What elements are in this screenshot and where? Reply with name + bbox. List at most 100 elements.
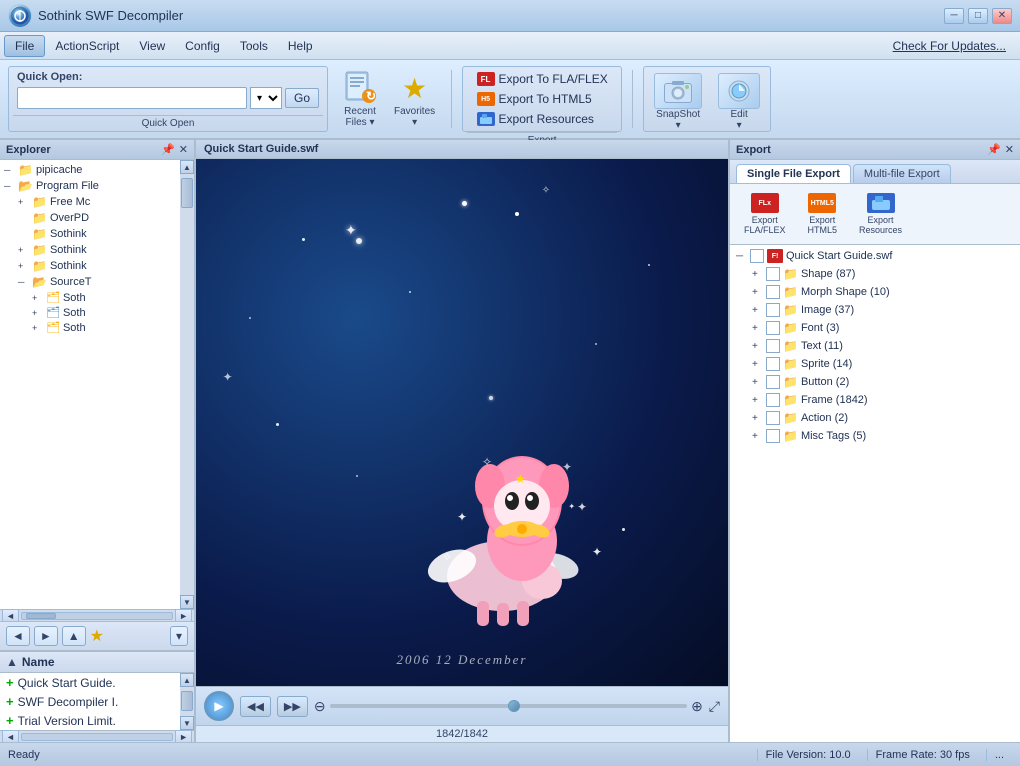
nav-forward-btn[interactable]: ► xyxy=(34,626,58,646)
export-html5-button[interactable]: H5 Export To HTML5 xyxy=(473,90,612,108)
tree-item-sourcet[interactable]: ─ 📂 SourceT xyxy=(2,274,178,290)
file-list-item-2[interactable]: + Trial Version Limit. xyxy=(0,711,180,730)
star-9 xyxy=(622,528,625,531)
recent-files-button[interactable]: ↻ RecentFiles ▾ xyxy=(336,66,384,132)
favorites-star-btn[interactable]: ★ xyxy=(90,626,104,646)
etree-text[interactable]: + 📁 Text (11) xyxy=(732,337,1018,355)
tree-item-freemc[interactable]: + 📁 Free Mc xyxy=(2,194,178,210)
menu-view[interactable]: View xyxy=(129,36,175,56)
export-tool-fla-button[interactable]: FLx ExportFLA/FLEX xyxy=(736,190,794,238)
export-fla-button[interactable]: FL Export To FLA/FLEX xyxy=(473,70,612,88)
explorer-scrollbar[interactable]: ▲ ▼ xyxy=(180,160,194,609)
tree-item-soth1[interactable]: + 🗂 Soth xyxy=(2,290,178,305)
etree-image-check[interactable] xyxy=(766,303,780,317)
etree-button[interactable]: + 📁 Button (2) xyxy=(732,373,1018,391)
fastforward-button[interactable]: ▶▶ xyxy=(277,696,308,717)
menu-file[interactable]: File xyxy=(4,35,45,57)
menu-bar-left: File ActionScript View Config Tools Help xyxy=(4,35,883,57)
scroll-up-btn[interactable]: ▲ xyxy=(180,160,194,174)
export-resources-button[interactable]: Export Resources xyxy=(473,110,612,128)
go-button[interactable]: Go xyxy=(285,88,319,108)
etree-font-check[interactable] xyxy=(766,321,780,335)
tree-item-pipicache[interactable]: ─ 📁 pipicache xyxy=(2,162,178,178)
slider-thumb[interactable] xyxy=(508,700,520,712)
etree-image[interactable]: + 📁 Image (37) xyxy=(732,301,1018,319)
file-list-item-0[interactable]: + Quick Start Guide. xyxy=(0,673,180,692)
etree-root-icon: F! xyxy=(767,249,783,263)
quick-open-dropdown[interactable]: ▾ xyxy=(250,87,282,109)
etree-morphshape-check[interactable] xyxy=(766,285,780,299)
frame-next-btn[interactable]: ⊕ xyxy=(691,698,703,715)
tree-item-programfile[interactable]: ─ 📂 Program File xyxy=(2,178,178,194)
etree-sprite[interactable]: + 📁 Sprite (14) xyxy=(732,355,1018,373)
maximize-button[interactable]: □ xyxy=(968,8,988,24)
folder-icon-sothink2: 📁 xyxy=(32,243,47,257)
export-pin-icon[interactable]: 📌 xyxy=(987,143,1001,156)
export-close-icon[interactable]: ✕ xyxy=(1005,143,1014,156)
etree-root-check[interactable] xyxy=(750,249,764,263)
close-button[interactable]: ✕ xyxy=(992,8,1012,24)
app-title: Sothink SWF Decompiler xyxy=(38,8,183,23)
nav-menu-btn[interactable]: ▾ xyxy=(170,626,188,646)
etree-misctags[interactable]: + 📁 Misc Tags (5) xyxy=(732,427,1018,445)
export-panel: Export 📌 ✕ Single File Export Multi-file… xyxy=(730,140,1020,742)
star-sparkle-1: ✦ xyxy=(345,222,357,239)
explorer-pin-icon[interactable]: 📌 xyxy=(161,143,175,156)
tab-multi-file-export[interactable]: Multi-file Export xyxy=(853,164,951,183)
status-bar: Ready File Version: 10.0 Frame Rate: 30 … xyxy=(0,742,1020,766)
nav-back-btn[interactable]: ◄ xyxy=(6,626,30,646)
file-list-header-scroll-up[interactable]: ▲ xyxy=(6,655,18,669)
explorer-close-icon[interactable]: ✕ xyxy=(179,143,188,156)
play-button[interactable]: ▶ xyxy=(204,691,234,721)
etree-text-check[interactable] xyxy=(766,339,780,353)
svg-text:✦: ✦ xyxy=(562,460,572,474)
quick-open-input[interactable] xyxy=(17,87,247,109)
edit-button[interactable]: Edit▾ xyxy=(712,70,766,134)
minimize-button[interactable]: ─ xyxy=(944,8,964,24)
frame-prev-btn[interactable]: ⊖ xyxy=(314,698,326,715)
svg-text:✦: ✦ xyxy=(592,545,602,559)
slider-track[interactable] xyxy=(330,704,687,708)
expand-btn[interactable]: ⤢ xyxy=(709,698,720,715)
nav-up-btn[interactable]: ▲ xyxy=(62,626,86,646)
etree-root[interactable]: ─ F! Quick Start Guide.swf xyxy=(732,247,1018,265)
filelist-scrollbar[interactable]: ▲ ▼ xyxy=(180,673,194,730)
menu-tools[interactable]: Tools xyxy=(230,36,278,56)
tree-item-sothink1[interactable]: · 📁 Sothink xyxy=(2,226,178,242)
menu-config[interactable]: Config xyxy=(175,36,230,56)
etree-font[interactable]: + 📁 Font (3) xyxy=(732,319,1018,337)
export-tool-html5-button[interactable]: HTML5 ExportHTML5 xyxy=(800,190,846,238)
folder-icon-sothink3: 📁 xyxy=(32,259,47,273)
check-updates-link[interactable]: Check For Updates... xyxy=(883,36,1016,56)
svg-text:✧: ✧ xyxy=(482,455,492,469)
etree-misctags-check[interactable] xyxy=(766,429,780,443)
svg-text:✦: ✦ xyxy=(577,500,587,514)
favorites-button[interactable]: ★ Favorites▾ xyxy=(388,66,441,132)
tab-single-file-export[interactable]: Single File Export xyxy=(736,164,851,183)
etree-morphshape[interactable]: + 📁 Morph Shape (10) xyxy=(732,283,1018,301)
scroll-down-btn[interactable]: ▼ xyxy=(180,595,194,609)
menu-actionscript[interactable]: ActionScript xyxy=(45,36,129,56)
etree-shape[interactable]: + 📁 Shape (87) xyxy=(732,265,1018,283)
etree-button-check[interactable] xyxy=(766,375,780,389)
swf-panel: Quick Start Guide.swf ✦ ✧ ✦ ✦ xyxy=(196,140,730,742)
scrollbar-thumb[interactable] xyxy=(181,178,193,208)
etree-shape-check[interactable] xyxy=(766,267,780,281)
tree-item-sothink2[interactable]: + 📁 Sothink xyxy=(2,242,178,258)
etree-action[interactable]: + 📁 Action (2) xyxy=(732,409,1018,427)
tree-item-soth3[interactable]: + 🗂 Soth xyxy=(2,320,178,335)
rewind-button[interactable]: ◀◀ xyxy=(240,696,271,717)
etree-sprite-check[interactable] xyxy=(766,357,780,371)
file-list-item-1[interactable]: + SWF Decompiler I. xyxy=(0,692,180,711)
tree-item-soth2[interactable]: + 🗂 Soth xyxy=(2,305,178,320)
swf-controls: ▶ ◀◀ ▶▶ ⊖ ⊕ ⤢ xyxy=(196,686,728,725)
tree-item-sothink3[interactable]: + 📁 Sothink xyxy=(2,258,178,274)
etree-frame[interactable]: + 📁 Frame (1842) xyxy=(732,391,1018,409)
export-section: FL Export To FLA/FLEX H5 Export To HTML5… xyxy=(462,66,622,132)
etree-frame-check[interactable] xyxy=(766,393,780,407)
snapshot-button[interactable]: SnapShot▾ xyxy=(648,70,708,134)
tree-item-overpd[interactable]: · 📁 OverPD xyxy=(2,210,178,226)
etree-action-check[interactable] xyxy=(766,411,780,425)
menu-help[interactable]: Help xyxy=(278,36,323,56)
export-tool-resources-button[interactable]: ExportResources xyxy=(851,190,910,238)
